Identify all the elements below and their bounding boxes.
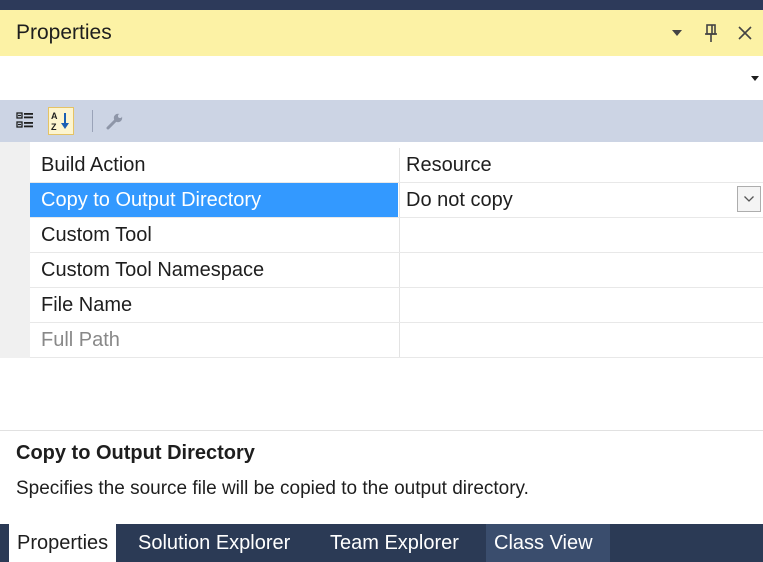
property-name: Full Path (41, 329, 120, 351)
property-row-custom-tool[interactable]: Custom Tool (30, 218, 763, 253)
window-title: Properties (16, 21, 112, 44)
property-value-dropdown[interactable]: Do not copy (399, 183, 763, 217)
property-value: Do not copy (406, 189, 513, 211)
tab-team-explorer[interactable]: Team Explorer (322, 524, 467, 562)
grid-gutter (0, 142, 30, 358)
property-pages-wrench-icon[interactable] (102, 107, 128, 135)
property-name: Copy to Output Directory (30, 183, 398, 217)
tool-window-tabs: Properties Solution Explorer Team Explor… (0, 524, 763, 562)
toolbar-separator (92, 110, 93, 132)
object-selector[interactable] (0, 56, 763, 100)
property-value[interactable] (399, 323, 763, 357)
property-row-build-action[interactable]: Build Action Resource (30, 148, 763, 183)
property-row-file-name[interactable]: File Name (30, 288, 763, 323)
dropdown-icon[interactable] (667, 21, 687, 45)
close-icon[interactable] (735, 21, 755, 45)
description-text: Specifies the source file will be copied… (16, 478, 529, 499)
property-row-copy-to-output-directory[interactable]: Copy to Output Directory Do not copy (30, 183, 763, 218)
alphabetical-sort-icon[interactable]: A Z (48, 107, 74, 135)
property-value[interactable] (399, 288, 763, 322)
property-name: File Name (41, 294, 133, 316)
property-value[interactable] (399, 218, 763, 252)
svg-text:Z: Z (51, 122, 57, 132)
window-top-border (0, 0, 763, 10)
property-name: Custom Tool (41, 224, 152, 246)
property-row-full-path[interactable]: Full Path (30, 323, 763, 358)
property-value[interactable]: Resource (399, 148, 763, 182)
svg-text:A: A (51, 111, 58, 121)
tab-solution-explorer[interactable]: Solution Explorer (130, 524, 298, 562)
property-value[interactable] (399, 253, 763, 287)
value-dropdown-button[interactable] (737, 186, 761, 212)
description-title: Copy to Output Directory (16, 442, 255, 464)
description-splitter[interactable] (0, 430, 763, 431)
window-controls (667, 10, 755, 56)
property-name: Build Action (41, 154, 146, 176)
pin-icon[interactable] (701, 21, 721, 45)
property-row-custom-tool-namespace[interactable]: Custom Tool Namespace (30, 253, 763, 288)
tab-class-view[interactable]: Class View (486, 524, 601, 562)
tab-properties[interactable]: Properties (9, 524, 117, 562)
property-name: Custom Tool Namespace (41, 259, 265, 281)
properties-titlebar[interactable]: Properties (0, 10, 763, 56)
categorized-icon[interactable] (12, 107, 38, 135)
properties-toolbar: A Z (0, 100, 763, 142)
chevron-down-icon[interactable] (751, 76, 759, 81)
property-grid: Build Action Resource Copy to Output Dir… (0, 142, 763, 430)
chevron-down-icon (744, 196, 754, 202)
